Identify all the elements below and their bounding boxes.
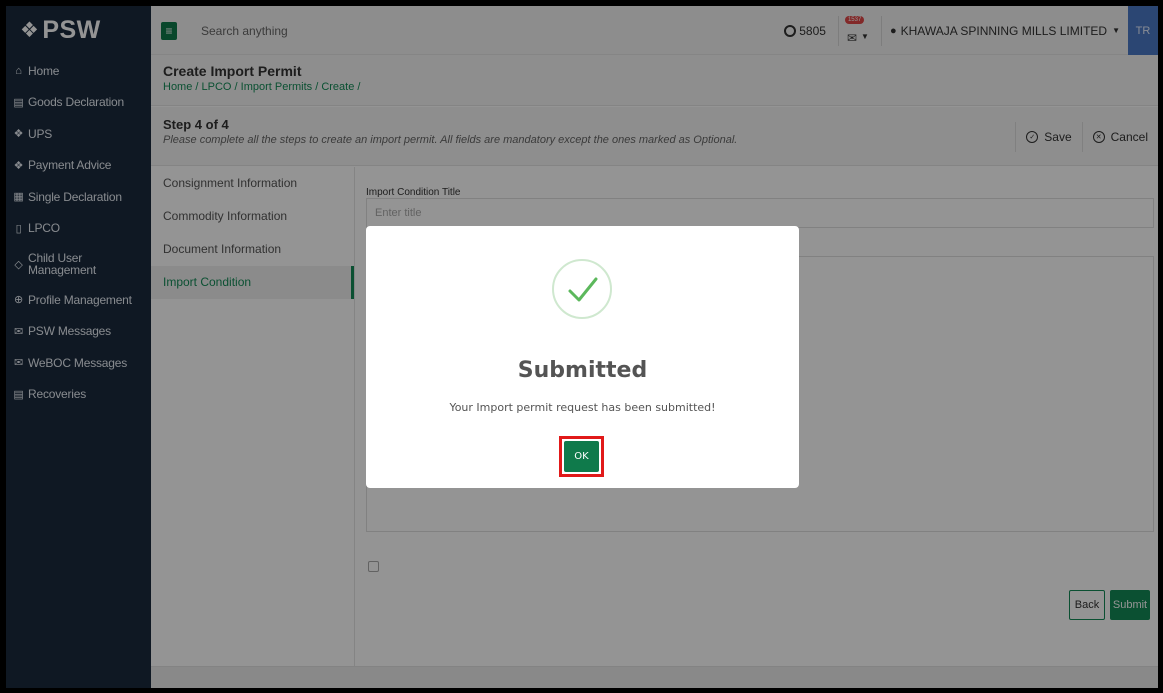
ok-button-highlight: OK bbox=[559, 436, 604, 477]
dialog-message: Your Import permit request has been subm… bbox=[449, 401, 716, 414]
success-dialog: Submitted Your Import permit request has… bbox=[366, 226, 799, 488]
dialog-title: Submitted bbox=[517, 358, 648, 383]
success-check-icon bbox=[552, 259, 612, 319]
ok-button[interactable]: OK bbox=[564, 441, 599, 472]
app-frame: ❖ PSW ⌂ Home ▤ Goods Declaration ❖ UPS ❖… bbox=[6, 6, 1158, 688]
